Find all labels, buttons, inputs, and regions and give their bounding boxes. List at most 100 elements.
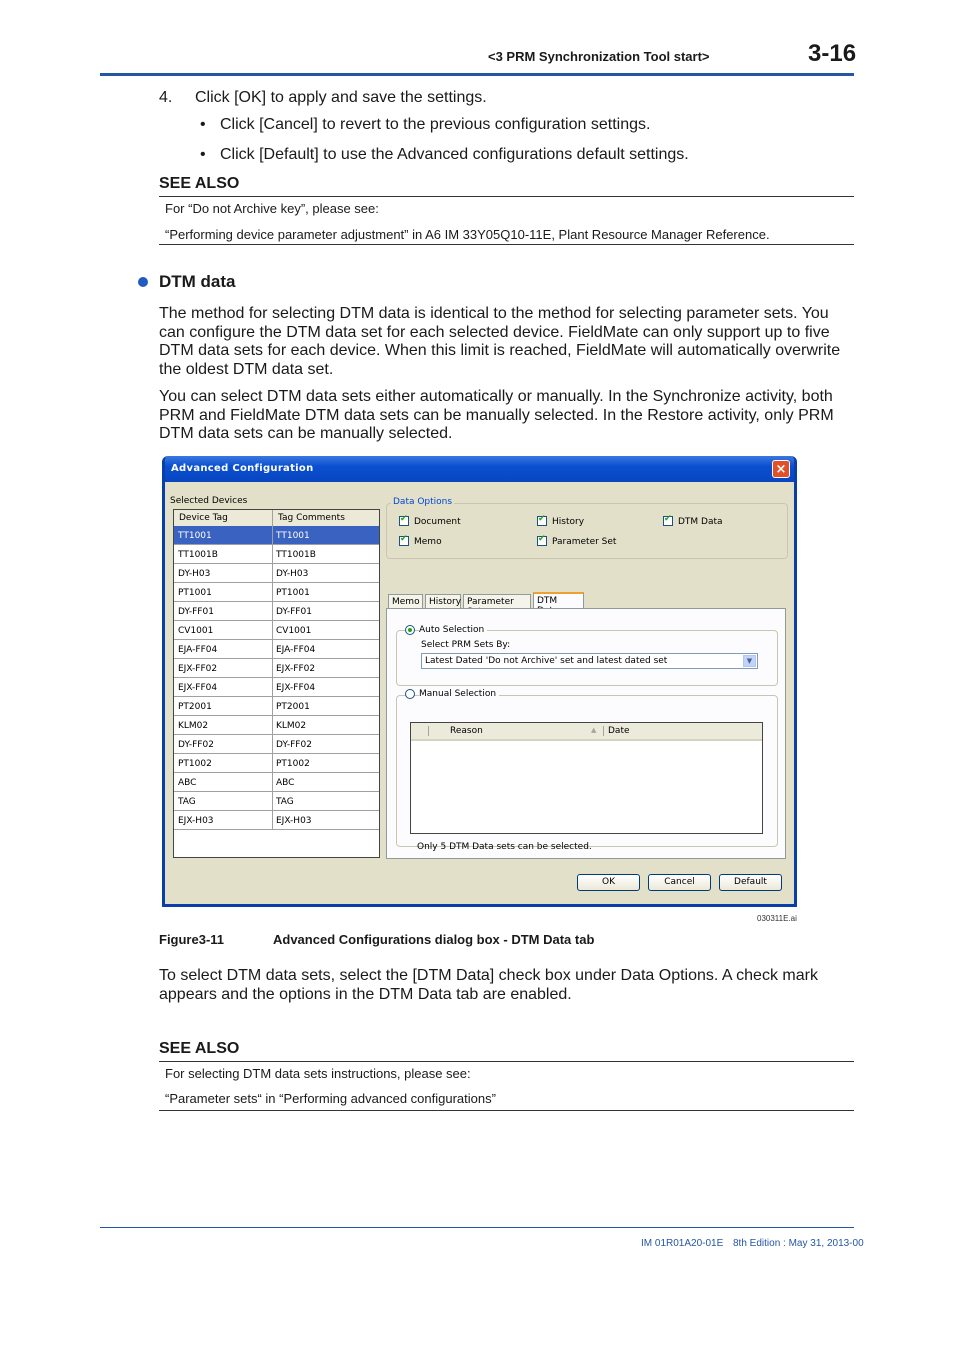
device-tag-cell: ABC <box>178 778 197 788</box>
device-table-header: Device Tag Tag Comments <box>174 510 379 527</box>
column-separator <box>272 640 273 658</box>
device-tag-cell: EJX-FF02 <box>178 664 218 674</box>
history-checkbox[interactable] <box>537 514 547 526</box>
device-row[interactable]: PT1002 PT1002 <box>174 754 379 773</box>
device-row[interactable]: CV1001 CV1001 <box>174 621 379 640</box>
column-header-device-tag[interactable]: Device Tag <box>179 513 228 523</box>
parameter-set-checkbox[interactable] <box>537 534 547 546</box>
paragraph: The method for selecting DTM data is ide… <box>159 305 841 378</box>
tag-comment-cell: CV1001 <box>276 626 312 636</box>
bullet-marker: • <box>200 146 206 163</box>
divider <box>159 196 854 197</box>
column-header-reason[interactable]: Reason <box>450 726 483 736</box>
device-row[interactable]: TT1001 TT1001 <box>174 526 379 545</box>
auto-selection-radio[interactable] <box>405 625 415 635</box>
tag-comment-cell: PT1001 <box>276 588 310 598</box>
tab-memo[interactable]: Memo <box>388 594 423 609</box>
section-heading: DTM data <box>159 272 236 291</box>
tag-comment-cell: ABC <box>276 778 295 788</box>
dropdown-value: Latest Dated 'Do not Archive' set and la… <box>425 656 668 666</box>
parameter-set-checkbox-label: Parameter Set <box>552 537 617 547</box>
see-also-heading: SEE ALSO <box>159 1040 240 1057</box>
close-icon[interactable]: × <box>772 460 790 478</box>
tag-comment-cell: EJX-FF02 <box>276 664 316 674</box>
limit-note: Only 5 DTM Data sets can be selected. <box>417 842 592 852</box>
history-checkbox-label: History <box>552 517 585 527</box>
device-row[interactable]: PT2001 PT2001 <box>174 697 379 716</box>
paragraph: You can select DTM data sets either auto… <box>159 388 834 442</box>
column-header-tag-comments[interactable]: Tag Comments <box>278 513 345 523</box>
tag-comment-cell: EJA-FF04 <box>276 645 316 655</box>
page-number: 3-16 <box>808 40 857 67</box>
column-separator <box>272 526 273 544</box>
device-tag-cell: EJX-H03 <box>178 816 214 826</box>
device-tag-cell: EJA-FF04 <box>178 645 218 655</box>
device-tag-cell: PT1001 <box>178 588 212 598</box>
tab-dtm-data[interactable]: DTM Data <box>533 592 584 616</box>
column-separator <box>272 811 273 829</box>
device-table[interactable]: Device Tag Tag Comments TT1001 TT1001 TT10… <box>173 509 380 858</box>
ok-button[interactable]: OK <box>577 874 640 891</box>
device-tag-cell: EJX-FF04 <box>178 683 218 693</box>
tag-comment-cell: TAG <box>276 797 294 807</box>
device-tag-cell: DY-H03 <box>178 569 211 579</box>
bullet-marker: • <box>200 116 206 133</box>
default-button[interactable]: Default <box>719 874 782 891</box>
select-by-label: Select PRM Sets By: <box>421 640 511 650</box>
device-row[interactable]: TT1001B TT1001B <box>174 545 379 564</box>
memo-checkbox-label: Memo <box>414 537 442 547</box>
figure-file-id: 030311E.ai <box>757 914 797 923</box>
see-also-line: “Performing device parameter adjustment”… <box>165 227 770 242</box>
device-row[interactable]: EJX-FF02 EJX-FF02 <box>174 659 379 678</box>
section-header: <3 PRM Synchronization Tool start> <box>488 49 710 64</box>
dtm-data-checkbox[interactable] <box>663 514 673 526</box>
see-also-line: “Parameter sets“ in “Performing advanced… <box>165 1091 496 1106</box>
dtm-data-sets-list[interactable]: Reason ▲ Date <box>410 722 763 834</box>
dialog-title: Advanced Configuration <box>171 463 314 474</box>
device-row[interactable]: EJX-H03 EJX-H03 <box>174 811 379 830</box>
divider <box>159 1110 854 1111</box>
section-bullet-icon <box>138 277 148 287</box>
tab-parameter-set[interactable]: Parameter Set <box>463 594 531 617</box>
document-checkbox-label: Document <box>414 517 461 527</box>
column-separator <box>272 678 273 696</box>
footer-rule <box>100 1227 854 1228</box>
document-checkbox[interactable] <box>399 514 409 526</box>
device-row[interactable]: ABC ABC <box>174 773 379 792</box>
device-tag-cell: PT1002 <box>178 759 212 769</box>
tag-comment-cell: PT2001 <box>276 702 310 712</box>
edition: 8th Edition : May 31, 2013-00 <box>733 1238 864 1249</box>
chevron-down-icon[interactable]: ▼ <box>743 655 756 667</box>
tag-comment-cell: DY-H03 <box>276 569 309 579</box>
dialog-title-bar[interactable]: Advanced Configuration × <box>165 456 794 482</box>
device-row[interactable]: KLM02 KLM02 <box>174 716 379 735</box>
manual-selection-radio[interactable] <box>405 689 415 699</box>
column-separator <box>272 545 273 563</box>
device-row[interactable]: DY-H03 DY-H03 <box>174 564 379 583</box>
memo-checkbox[interactable] <box>399 534 409 546</box>
device-tag-cell: TT1001 <box>178 531 212 541</box>
list-header: Reason ▲ Date <box>411 723 762 741</box>
tag-comment-cell: KLM02 <box>276 721 307 731</box>
device-row[interactable]: PT1001 PT1001 <box>174 583 379 602</box>
column-header-date[interactable]: Date <box>608 726 630 736</box>
device-tag-cell: TAG <box>178 797 196 807</box>
see-also-heading: SEE ALSO <box>159 175 240 192</box>
device-row[interactable]: TAG TAG <box>174 792 379 811</box>
device-row[interactable]: EJA-FF04 EJA-FF04 <box>174 640 379 659</box>
bullet-default: Click [Default] to use the Advanced conf… <box>220 146 689 163</box>
tab-history[interactable]: History <box>425 594 461 609</box>
cancel-button[interactable]: Cancel <box>648 874 711 891</box>
device-row[interactable]: DY-FF02 DY-FF02 <box>174 735 379 754</box>
column-separator <box>272 697 273 715</box>
select-prm-sets-dropdown[interactable]: Latest Dated 'Do not Archive' set and la… <box>421 653 758 669</box>
device-row[interactable]: DY-FF01 DY-FF01 <box>174 602 379 621</box>
device-row[interactable]: EJX-FF04 EJX-FF04 <box>174 678 379 697</box>
manual-selection-label: Manual Selection <box>419 689 500 699</box>
figure-number: Figure3-11 <box>159 932 225 947</box>
divider <box>159 1061 854 1062</box>
tag-comment-cell: TT1001 <box>276 531 310 541</box>
selected-devices-label: Selected Devices <box>170 496 248 506</box>
column-separator <box>272 583 273 601</box>
dtm-data-tab-panel: Auto Selection Select PRM Sets By: Lates… <box>386 608 786 859</box>
